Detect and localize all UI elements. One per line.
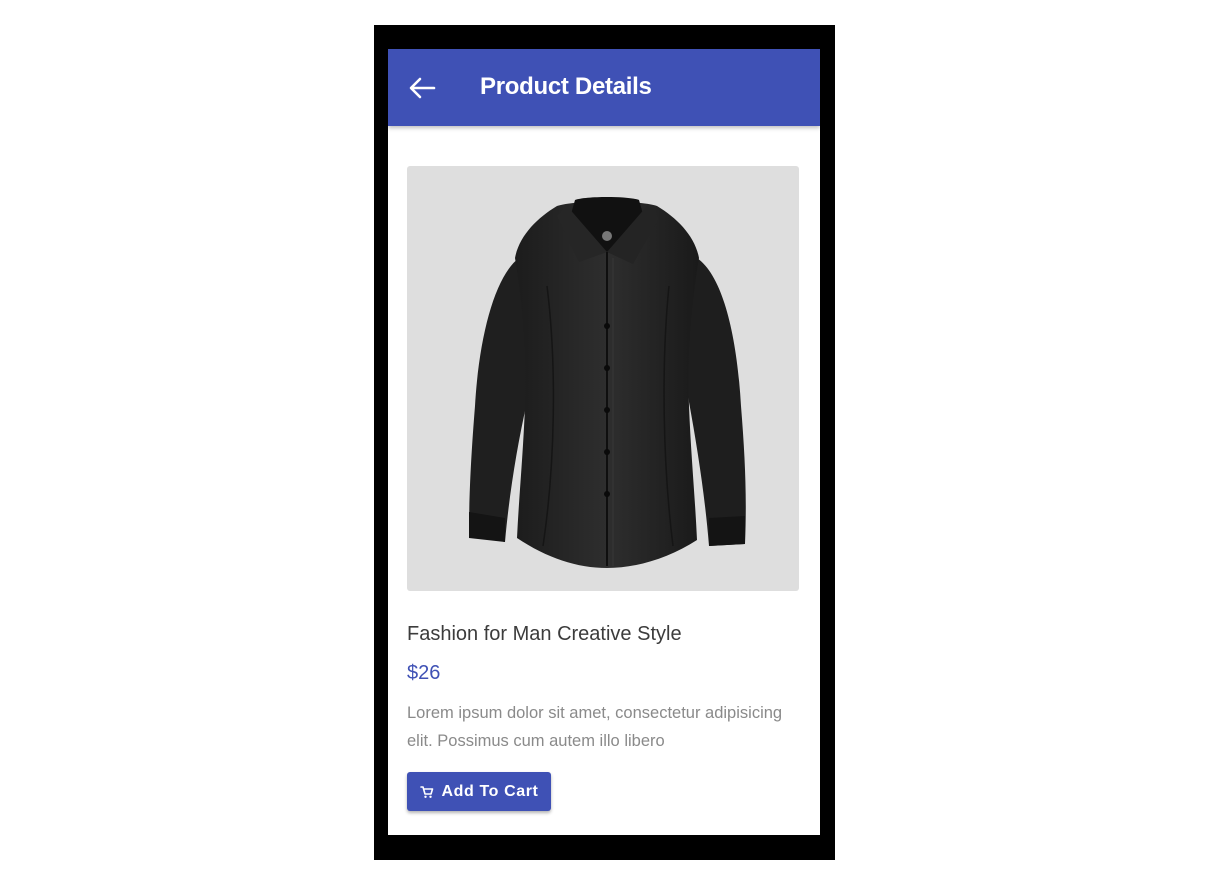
product-name: Fashion for Man Creative Style — [407, 623, 682, 645]
product-image — [407, 166, 799, 591]
device-frame: Product Details Fashion for Man Creative… — [374, 25, 835, 860]
product-price: $26 — [407, 662, 441, 684]
arrow-left-icon — [408, 76, 436, 100]
back-button[interactable] — [406, 72, 438, 104]
app-screen: Product Details Fashion for Man Creative… — [388, 49, 820, 835]
app-bar: Product Details — [388, 49, 820, 126]
add-to-cart-button[interactable]: Add To Cart — [407, 772, 551, 811]
product-description: Lorem ipsum dolor sit amet, consectetur … — [407, 704, 783, 750]
cart-icon — [419, 785, 434, 799]
page-title: Product Details — [480, 73, 652, 100]
shirt-image — [469, 197, 746, 568]
add-to-cart-label: Add To Cart — [441, 782, 539, 800]
